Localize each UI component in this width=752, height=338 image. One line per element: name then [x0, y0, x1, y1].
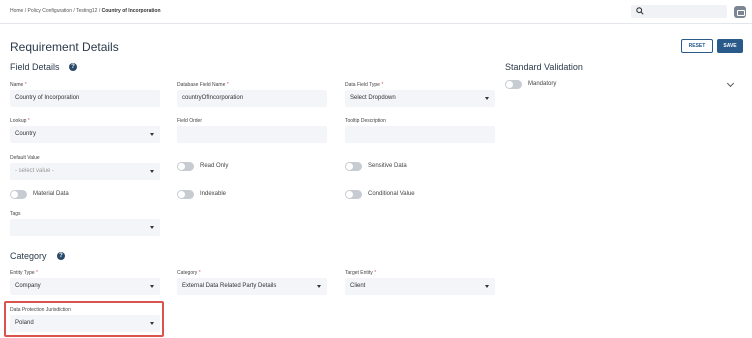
breadcrumb: Home / Policy Configuration / Testing12 …: [10, 8, 161, 14]
folder-icon[interactable]: [734, 6, 746, 18]
search-icon: [636, 7, 644, 15]
read-only-label: Read Only: [200, 163, 229, 169]
sensitive-data-label: Sensitive Data: [368, 163, 407, 169]
category-label: Category *: [177, 270, 201, 276]
material-data-label: Material Data: [33, 191, 69, 197]
db-field-name-label: Database Field Name *: [177, 82, 229, 88]
help-icon[interactable]: ?: [57, 252, 65, 260]
chevron-down-icon: [317, 285, 321, 288]
data-protection-select[interactable]: Poland: [10, 315, 160, 332]
sensitive-data-toggle[interactable]: [345, 162, 362, 171]
indexable-label: Indexable: [200, 191, 227, 197]
tags-label: Tags: [10, 211, 21, 217]
breadcrumb-home[interactable]: Home: [10, 8, 23, 14]
read-only-toggle[interactable]: [177, 162, 194, 171]
material-data-toggle[interactable]: [10, 190, 27, 199]
standard-validation-heading: Standard Validation: [505, 62, 583, 72]
field-details-heading: Field Details: [10, 62, 60, 72]
lookup-select[interactable]: Country: [10, 126, 160, 143]
lookup-label: Lookup *: [10, 118, 30, 124]
default-value-label: Default Value: [10, 155, 40, 161]
chevron-down-icon: [485, 285, 489, 288]
field-order-label: Field Order: [177, 118, 203, 124]
data-field-type-select[interactable]: Select Dropdown: [345, 90, 495, 107]
top-bar: Home / Policy Configuration / Testing12 …: [0, 0, 752, 24]
entity-type-label: Entity Type *: [10, 270, 38, 276]
indexable-toggle[interactable]: [177, 190, 194, 199]
field-order-input[interactable]: [177, 126, 327, 143]
page-title: Requirement Details: [10, 40, 119, 54]
mandatory-toggle[interactable]: [505, 80, 522, 89]
name-label: Name *: [10, 82, 27, 88]
help-icon[interactable]: ?: [69, 63, 77, 71]
chevron-down-icon: [150, 226, 154, 229]
search-input[interactable]: [631, 5, 727, 18]
breadcrumb-current: Country of Incorporation: [101, 8, 161, 14]
mandatory-label: Mandatory: [528, 81, 557, 87]
breadcrumb-policy-configuration[interactable]: Policy Configuration: [28, 8, 72, 14]
data-protection-label: Data Protection Jurisdiction: [10, 307, 71, 313]
reset-button[interactable]: RESET: [681, 39, 713, 53]
breadcrumb-testing12[interactable]: Testing12: [76, 8, 97, 14]
category-select[interactable]: External Data Related Party Details: [177, 278, 327, 295]
default-value-select[interactable]: - select value -: [10, 163, 160, 180]
target-entity-label: Target Entity *: [345, 270, 377, 276]
chevron-down-icon: [150, 322, 154, 325]
chevron-down-icon: [150, 285, 154, 288]
chevron-down-icon: [485, 97, 489, 100]
category-heading: Category: [10, 251, 47, 261]
chevron-down-icon[interactable]: [726, 79, 735, 88]
name-input[interactable]: Country of Incorporation: [10, 90, 160, 107]
conditional-value-label: Conditional Value: [368, 191, 415, 197]
conditional-value-toggle[interactable]: [345, 190, 362, 199]
tags-select[interactable]: [10, 219, 160, 236]
chevron-down-icon: [150, 170, 154, 173]
tooltip-label: Tooltip Description: [345, 118, 386, 124]
save-button[interactable]: SAVE: [717, 39, 743, 53]
target-entity-select[interactable]: Client: [345, 278, 495, 295]
chevron-down-icon: [150, 133, 154, 136]
db-field-name-input[interactable]: countryOfIncorporation: [177, 90, 327, 107]
entity-type-select[interactable]: Company: [10, 278, 160, 295]
data-field-type-label: Data Field Type *: [345, 82, 384, 88]
tooltip-input[interactable]: [345, 126, 495, 143]
